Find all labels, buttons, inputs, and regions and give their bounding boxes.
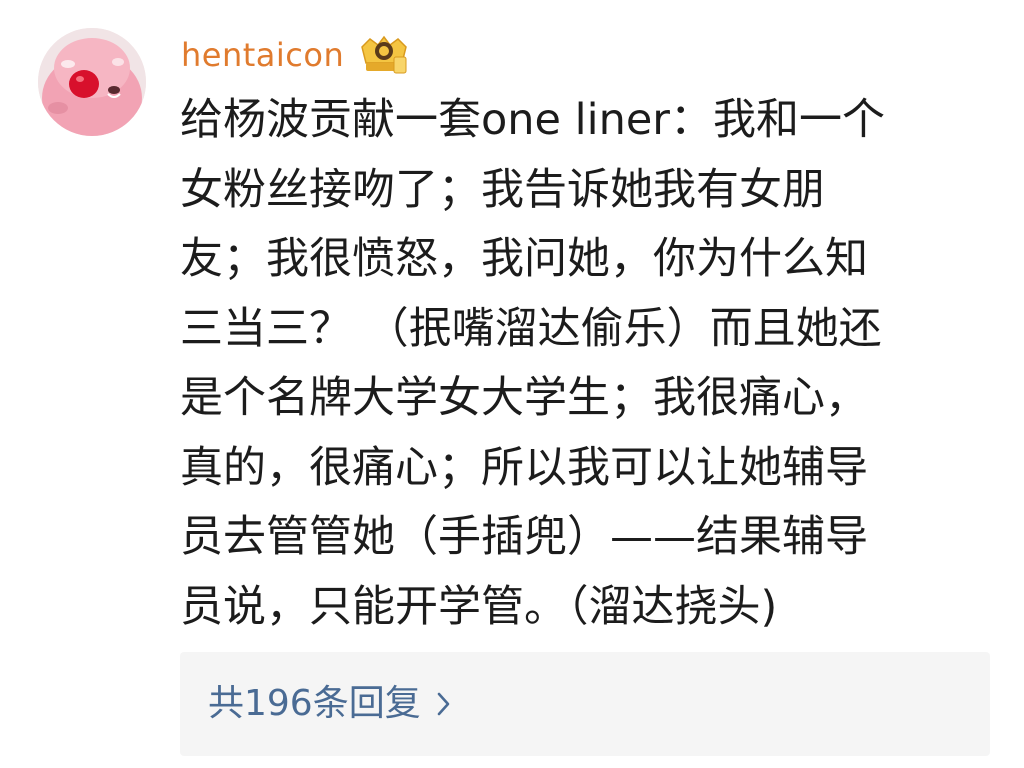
replies-count-label: 共196条回复 (208, 683, 421, 724)
author-row: hentaicon (181, 30, 412, 80)
avatar-image (38, 28, 146, 136)
comment-line: 员说，只能开学管。（溜达挠头) (180, 581, 778, 632)
username[interactable]: hentaicon (181, 39, 344, 71)
comment-line: 是个名牌大学女大学生；我很痛心， (180, 373, 868, 423)
comment-body: 给杨波贡献一套one liner：我和一个 女粉丝接吻了；我告诉她我有女朋 友；… (180, 86, 970, 642)
crown-badge-icon (356, 33, 412, 77)
comment-line: 友；我很愤怒，我问她，你为什么知 (180, 234, 868, 284)
view-replies-button[interactable]: 共196条回复 (180, 652, 990, 756)
comment-card: hentaicon 给杨波贡献一套one liner：我和一个 女粉丝接吻了；我… (0, 0, 1024, 768)
comment-line: 三当三？ （抿嘴溜达偷乐）而且她还 (180, 303, 882, 354)
comment-line: 员去管管她（手插兜）——结果辅导 (180, 512, 868, 562)
comment-line: 给杨波贡献一套one liner：我和一个 (180, 95, 885, 145)
avatar[interactable] (38, 28, 146, 136)
chevron-right-icon (435, 689, 453, 719)
comment-line: 真的，很痛心；所以我可以让她辅导 (180, 442, 868, 493)
comment-line: 女粉丝接吻了；我告诉她我有女朋 (180, 164, 825, 215)
